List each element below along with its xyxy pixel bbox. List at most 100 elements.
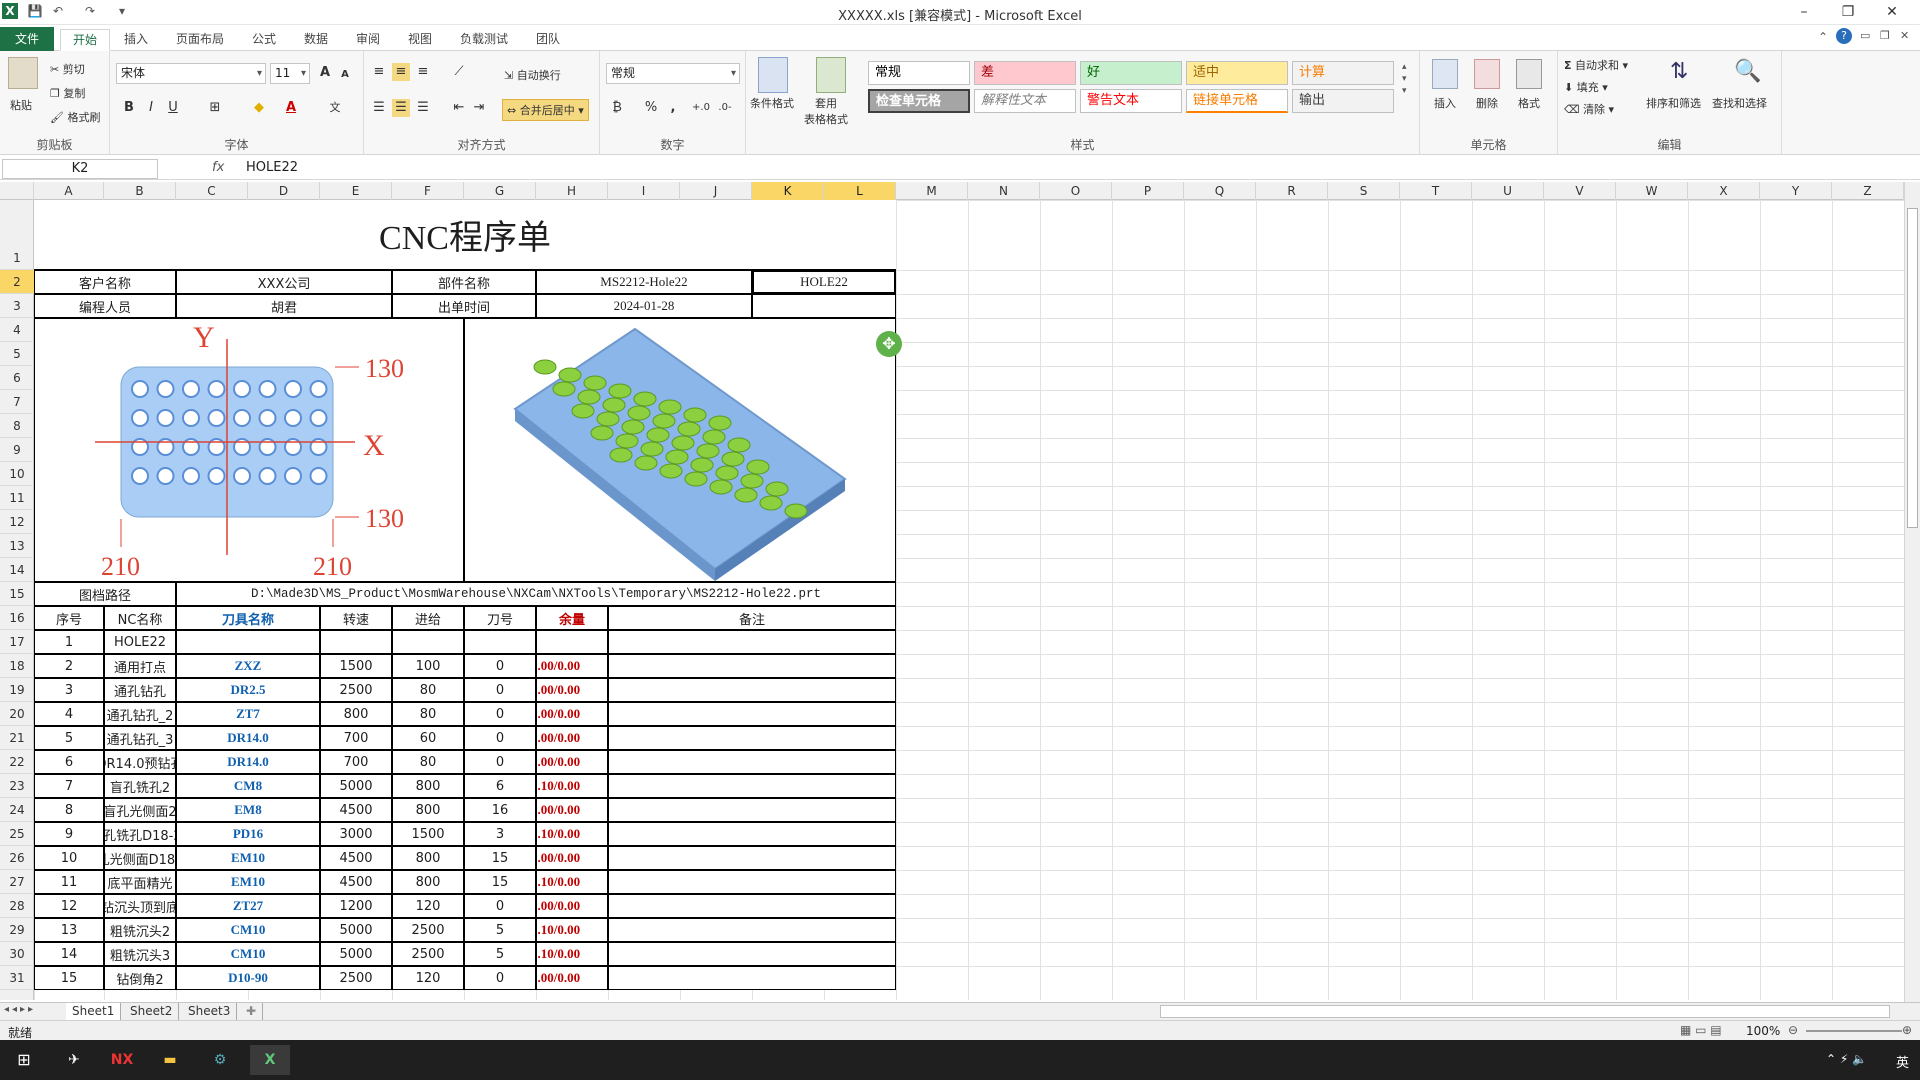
- row1-tool-name[interactable]: [176, 630, 320, 654]
- row9-allowance[interactable]: 0.10/0.00: [536, 822, 608, 846]
- row6-speed[interactable]: 700: [320, 750, 392, 774]
- row8-tool-name[interactable]: EM8: [176, 798, 320, 822]
- row8-allowance[interactable]: 0.00/0.00: [536, 798, 608, 822]
- column-header-M[interactable]: M: [896, 182, 968, 200]
- insert-function-icon[interactable]: fx: [212, 160, 224, 175]
- row2-seq[interactable]: 2: [34, 654, 104, 678]
- format-cells-button[interactable]: 格式: [1518, 95, 1540, 111]
- column-header-A[interactable]: A: [34, 182, 104, 200]
- borders-icon[interactable]: ⊞: [206, 99, 224, 117]
- row2-tool-no[interactable]: 0: [464, 654, 536, 678]
- column-header-R[interactable]: R: [1256, 182, 1328, 200]
- column-header-H[interactable]: H: [536, 182, 608, 200]
- programmer-value[interactable]: 胡君: [176, 294, 392, 318]
- row14-nc-name[interactable]: 粗铣沉头3: [104, 942, 176, 966]
- cell-style-6[interactable]: 解释性文本: [974, 89, 1076, 113]
- row6-feed[interactable]: 80: [392, 750, 464, 774]
- tab-view[interactable]: 视图: [400, 29, 440, 51]
- column-header-P[interactable]: P: [1112, 182, 1184, 200]
- tab-file[interactable]: 文件: [0, 27, 54, 51]
- row11-nc-name[interactable]: 底平面精光: [104, 870, 176, 894]
- row6-seq[interactable]: 6: [34, 750, 104, 774]
- sort-filter-button[interactable]: 排序和筛选: [1646, 95, 1701, 111]
- row2-nc-name[interactable]: 通用打点: [104, 654, 176, 678]
- cut-button[interactable]: ✂ 剪切: [50, 61, 85, 77]
- column-header-C[interactable]: C: [176, 182, 248, 200]
- row-header-30[interactable]: 30: [0, 942, 34, 966]
- column-header-D[interactable]: D: [248, 182, 320, 200]
- decrease-indent-icon[interactable]: ⇤: [450, 99, 468, 117]
- row-header-17[interactable]: 17: [0, 630, 34, 654]
- row2-allowance[interactable]: 0.00/0.00: [536, 654, 608, 678]
- row13-seq[interactable]: 13: [34, 918, 104, 942]
- client-value[interactable]: XXX公司: [176, 270, 392, 294]
- row6-tool-name[interactable]: DR14.0: [176, 750, 320, 774]
- row4-remarks[interactable]: [608, 702, 896, 726]
- row1-speed[interactable]: [320, 630, 392, 654]
- row10-nc-name[interactable]: 盲孔光侧面D18-26: [104, 846, 176, 870]
- row13-speed[interactable]: 5000: [320, 918, 392, 942]
- row8-seq[interactable]: 8: [34, 798, 104, 822]
- cell-style-3[interactable]: 适中: [1186, 61, 1288, 85]
- row-header-24[interactable]: 24: [0, 798, 34, 822]
- row-header-10[interactable]: 10: [0, 462, 34, 486]
- table-format-button[interactable]: 套用 表格格式: [804, 95, 848, 127]
- row12-speed[interactable]: 1200: [320, 894, 392, 918]
- row8-feed[interactable]: 800: [392, 798, 464, 822]
- row5-speed[interactable]: 700: [320, 726, 392, 750]
- horizontal-scrollbar[interactable]: [1160, 1005, 1890, 1018]
- row4-speed[interactable]: 800: [320, 702, 392, 726]
- column-header-N[interactable]: N: [968, 182, 1040, 200]
- row9-tool-no[interactable]: 3: [464, 822, 536, 846]
- row4-nc-name[interactable]: 通孔钻孔_2: [104, 702, 176, 726]
- shrink-font-icon[interactable]: A: [336, 66, 354, 84]
- client-label[interactable]: 客户名称: [34, 270, 176, 294]
- row10-remarks[interactable]: [608, 846, 896, 870]
- row11-tool-name[interactable]: EM10: [176, 870, 320, 894]
- row11-remarks[interactable]: [608, 870, 896, 894]
- row4-tool-no[interactable]: 0: [464, 702, 536, 726]
- cell-style-7[interactable]: 警告文本: [1080, 89, 1182, 113]
- row15-remarks[interactable]: [608, 966, 896, 990]
- tab-page-layout[interactable]: 页面布局: [168, 29, 232, 51]
- row3-speed[interactable]: 2500: [320, 678, 392, 702]
- tab-load-test[interactable]: 负载测试: [452, 29, 516, 51]
- header-allowance[interactable]: 余量: [536, 606, 608, 630]
- row11-allowance[interactable]: 0.10/0.00: [536, 870, 608, 894]
- row-header-4[interactable]: 4: [0, 318, 34, 342]
- row5-allowance[interactable]: 0.00/0.00: [536, 726, 608, 750]
- zoom-slider[interactable]: [1806, 1030, 1902, 1032]
- restore-button[interactable]: ❐: [1828, 2, 1868, 22]
- row13-tool-name[interactable]: CM10: [176, 918, 320, 942]
- app-icon-1[interactable]: ✈: [54, 1045, 94, 1075]
- column-header-Z[interactable]: Z: [1832, 182, 1904, 200]
- find-select-button[interactable]: 查找和选择: [1712, 95, 1767, 111]
- row3-feed[interactable]: 80: [392, 678, 464, 702]
- row3-nc-name[interactable]: 通孔钻孔: [104, 678, 176, 702]
- path-value[interactable]: D:\Made3D\MS_Product\MosmWarehouse\NXCam…: [176, 582, 896, 606]
- font-color-icon[interactable]: A: [282, 99, 300, 117]
- row10-allowance[interactable]: 0.00/0.00: [536, 846, 608, 870]
- row-header-19[interactable]: 19: [0, 678, 34, 702]
- file-explorer-icon[interactable]: ▬: [150, 1045, 190, 1075]
- sort-filter-icon[interactable]: ⇅: [1670, 59, 1688, 84]
- row-header-16[interactable]: 16: [0, 606, 34, 630]
- vertical-scroll-thumb[interactable]: [1907, 208, 1918, 528]
- row12-seq[interactable]: 12: [34, 894, 104, 918]
- row-header-27[interactable]: 27: [0, 870, 34, 894]
- comma-button[interactable]: ,: [664, 99, 682, 117]
- row4-allowance[interactable]: 0.00/0.00: [536, 702, 608, 726]
- close-button[interactable]: ✕: [1872, 2, 1912, 22]
- row1-nc-name[interactable]: HOLE22: [104, 630, 176, 654]
- find-select-icon[interactable]: 🔍: [1734, 59, 1761, 84]
- decrease-decimal-icon[interactable]: .0-: [716, 99, 734, 117]
- row-header-9[interactable]: 9: [0, 438, 34, 462]
- row13-feed[interactable]: 2500: [392, 918, 464, 942]
- align-center-icon[interactable]: ☰: [392, 99, 410, 117]
- row14-feed[interactable]: 2500: [392, 942, 464, 966]
- row-header-6[interactable]: 6: [0, 366, 34, 390]
- row10-tool-name[interactable]: EM10: [176, 846, 320, 870]
- delete-cells-icon[interactable]: [1474, 59, 1500, 89]
- wrap-text-button[interactable]: ⇲ 自动换行: [504, 67, 561, 83]
- row3-allowance[interactable]: 0.00/0.00: [536, 678, 608, 702]
